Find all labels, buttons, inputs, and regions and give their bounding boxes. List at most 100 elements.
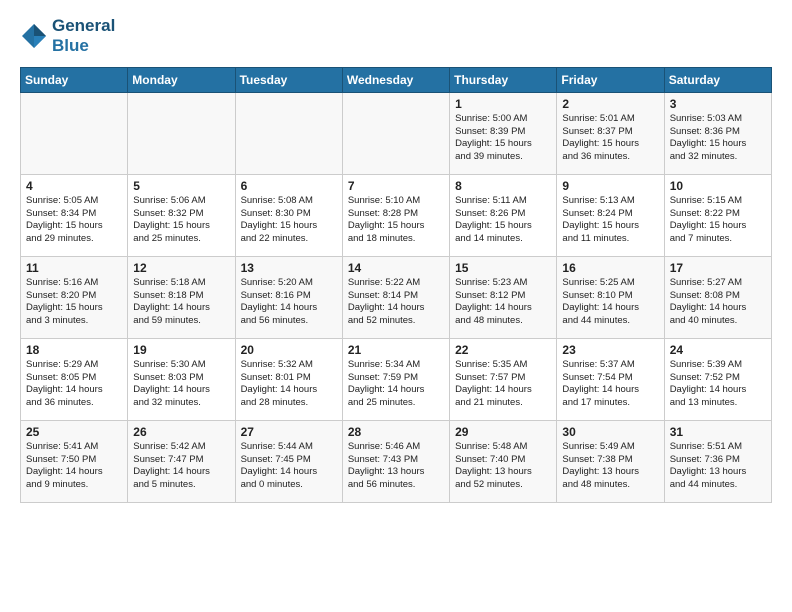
col-sunday: Sunday: [21, 67, 128, 92]
day-info: Sunrise: 5:37 AM Sunset: 7:54 PM Dayligh…: [562, 359, 658, 410]
day-info: Sunrise: 5:51 AM Sunset: 7:36 PM Dayligh…: [670, 441, 766, 492]
day-number: 10: [670, 179, 766, 193]
cell-w5-d3: 27 Sunrise: 5:44 AM Sunset: 7:45 PM Dayli…: [235, 420, 342, 502]
day-info: Sunrise: 5:16 AM Sunset: 8:20 PM Dayligh…: [26, 277, 122, 328]
cell-w5-d2: 26 Sunrise: 5:42 AM Sunset: 7:47 PM Dayli…: [128, 420, 235, 502]
day-number: 23: [562, 343, 658, 357]
day-number: 8: [455, 179, 551, 193]
cell-w1-d4: [342, 92, 449, 174]
cell-w4-d5: 22 Sunrise: 5:35 AM Sunset: 7:57 PM Dayli…: [450, 338, 557, 420]
col-friday: Friday: [557, 67, 664, 92]
cell-w4-d1: 18 Sunrise: 5:29 AM Sunset: 8:05 PM Dayli…: [21, 338, 128, 420]
day-info: Sunrise: 5:34 AM Sunset: 7:59 PM Dayligh…: [348, 359, 444, 410]
cell-w3-d5: 15 Sunrise: 5:23 AM Sunset: 8:12 PM Dayli…: [450, 256, 557, 338]
cell-w2-d3: 6 Sunrise: 5:08 AM Sunset: 8:30 PM Daylig…: [235, 174, 342, 256]
day-number: 12: [133, 261, 229, 275]
cell-w1-d3: [235, 92, 342, 174]
cell-w3-d2: 12Sunrise: 5:18 AM Sunset: 8:18 PM Dayli…: [128, 256, 235, 338]
cell-w4-d6: 23 Sunrise: 5:37 AM Sunset: 7:54 PM Dayli…: [557, 338, 664, 420]
cell-w4-d2: 19 Sunrise: 5:30 AM Sunset: 8:03 PM Dayli…: [128, 338, 235, 420]
cell-w2-d4: 7 Sunrise: 5:10 AM Sunset: 8:28 PM Daylig…: [342, 174, 449, 256]
cell-w2-d1: 4 Sunrise: 5:05 AM Sunset: 8:34 PM Daylig…: [21, 174, 128, 256]
day-info: Sunrise: 5:27 AM Sunset: 8:08 PM Dayligh…: [670, 277, 766, 328]
day-info: Sunrise: 5:00 AM Sunset: 8:39 PM Dayligh…: [455, 113, 551, 164]
cell-w5-d7: 31 Sunrise: 5:51 AM Sunset: 7:36 PM Dayli…: [664, 420, 771, 502]
day-info: Sunrise: 5:32 AM Sunset: 8:01 PM Dayligh…: [241, 359, 337, 410]
day-number: 3: [670, 97, 766, 111]
cell-w3-d1: 11 Sunrise: 5:16 AM Sunset: 8:20 PM Dayli…: [21, 256, 128, 338]
cell-w3-d3: 13 Sunrise: 5:20 AM Sunset: 8:16 PM Dayli…: [235, 256, 342, 338]
cell-w2-d2: 5 Sunrise: 5:06 AM Sunset: 8:32 PM Daylig…: [128, 174, 235, 256]
cell-w4-d7: 24 Sunrise: 5:39 AM Sunset: 7:52 PM Dayli…: [664, 338, 771, 420]
cell-w5-d6: 30 Sunrise: 5:49 AM Sunset: 7:38 PM Dayli…: [557, 420, 664, 502]
day-number: 25: [26, 425, 122, 439]
cell-w2-d7: 10 Sunrise: 5:15 AM Sunset: 8:22 PM Dayli…: [664, 174, 771, 256]
day-number: 16: [562, 261, 658, 275]
day-info: Sunrise: 5:30 AM Sunset: 8:03 PM Dayligh…: [133, 359, 229, 410]
day-number: 1: [455, 97, 551, 111]
day-number: 21: [348, 343, 444, 357]
day-number: 26: [133, 425, 229, 439]
cell-w1-d2: [128, 92, 235, 174]
cell-w1-d7: 3 Sunrise: 5:03 AM Sunset: 8:36 PM Daylig…: [664, 92, 771, 174]
day-info: Sunrise: 5:15 AM Sunset: 8:22 PM Dayligh…: [670, 195, 766, 246]
cell-w5-d5: 29Sunrise: 5:48 AM Sunset: 7:40 PM Dayli…: [450, 420, 557, 502]
day-number: 14: [348, 261, 444, 275]
cell-w5-d1: 25Sunrise: 5:41 AM Sunset: 7:50 PM Dayli…: [21, 420, 128, 502]
day-info: Sunrise: 5:08 AM Sunset: 8:30 PM Dayligh…: [241, 195, 337, 246]
day-info: Sunrise: 5:22 AM Sunset: 8:14 PM Dayligh…: [348, 277, 444, 328]
day-info: Sunrise: 5:03 AM Sunset: 8:36 PM Dayligh…: [670, 113, 766, 164]
day-number: 24: [670, 343, 766, 357]
header: General Blue: [20, 16, 772, 57]
day-number: 7: [348, 179, 444, 193]
day-info: Sunrise: 5:42 AM Sunset: 7:47 PM Dayligh…: [133, 441, 229, 492]
day-number: 30: [562, 425, 658, 439]
cell-w4-d3: 20 Sunrise: 5:32 AM Sunset: 8:01 PM Dayli…: [235, 338, 342, 420]
day-number: 17: [670, 261, 766, 275]
day-info: Sunrise: 5:25 AM Sunset: 8:10 PM Dayligh…: [562, 277, 658, 328]
day-number: 6: [241, 179, 337, 193]
day-number: 18: [26, 343, 122, 357]
header-row: SundayMondayTuesdayWednesdayThursdayFrid…: [21, 67, 772, 92]
day-number: 29: [455, 425, 551, 439]
day-number: 19: [133, 343, 229, 357]
cell-w1-d6: 2Sunrise: 5:01 AM Sunset: 8:37 PM Daylig…: [557, 92, 664, 174]
day-info: Sunrise: 5:35 AM Sunset: 7:57 PM Dayligh…: [455, 359, 551, 410]
cell-w3-d7: 17 Sunrise: 5:27 AM Sunset: 8:08 PM Dayli…: [664, 256, 771, 338]
day-info: Sunrise: 5:44 AM Sunset: 7:45 PM Dayligh…: [241, 441, 337, 492]
day-info: Sunrise: 5:23 AM Sunset: 8:12 PM Dayligh…: [455, 277, 551, 328]
day-info: Sunrise: 5:39 AM Sunset: 7:52 PM Dayligh…: [670, 359, 766, 410]
day-info: Sunrise: 5:29 AM Sunset: 8:05 PM Dayligh…: [26, 359, 122, 410]
day-info: Sunrise: 5:46 AM Sunset: 7:43 PM Dayligh…: [348, 441, 444, 492]
day-number: 15: [455, 261, 551, 275]
day-info: Sunrise: 5:20 AM Sunset: 8:16 PM Dayligh…: [241, 277, 337, 328]
day-info: Sunrise: 5:13 AM Sunset: 8:24 PM Dayligh…: [562, 195, 658, 246]
day-number: 5: [133, 179, 229, 193]
logo-icon: [20, 22, 48, 50]
week-row-5: 25Sunrise: 5:41 AM Sunset: 7:50 PM Dayli…: [21, 420, 772, 502]
day-number: 2: [562, 97, 658, 111]
cell-w2-d6: 9 Sunrise: 5:13 AM Sunset: 8:24 PM Daylig…: [557, 174, 664, 256]
col-thursday: Thursday: [450, 67, 557, 92]
day-number: 20: [241, 343, 337, 357]
day-number: 27: [241, 425, 337, 439]
day-number: 22: [455, 343, 551, 357]
day-info: Sunrise: 5:06 AM Sunset: 8:32 PM Dayligh…: [133, 195, 229, 246]
day-info: Sunrise: 5:49 AM Sunset: 7:38 PM Dayligh…: [562, 441, 658, 492]
cell-w3-d4: 14 Sunrise: 5:22 AM Sunset: 8:14 PM Dayli…: [342, 256, 449, 338]
day-info: Sunrise: 5:05 AM Sunset: 8:34 PM Dayligh…: [26, 195, 122, 246]
cell-w5-d4: 28Sunrise: 5:46 AM Sunset: 7:43 PM Dayli…: [342, 420, 449, 502]
cell-w1-d5: 1 Sunrise: 5:00 AM Sunset: 8:39 PM Daylig…: [450, 92, 557, 174]
col-tuesday: Tuesday: [235, 67, 342, 92]
day-number: 13: [241, 261, 337, 275]
day-number: 9: [562, 179, 658, 193]
cell-w2-d5: 8 Sunrise: 5:11 AM Sunset: 8:26 PM Daylig…: [450, 174, 557, 256]
day-info: Sunrise: 5:10 AM Sunset: 8:28 PM Dayligh…: [348, 195, 444, 246]
page: General Blue SundayMondayTuesdayWednesda…: [0, 0, 792, 612]
cell-w1-d1: [21, 92, 128, 174]
day-number: 31: [670, 425, 766, 439]
day-number: 11: [26, 261, 122, 275]
day-info: Sunrise: 5:11 AM Sunset: 8:26 PM Dayligh…: [455, 195, 551, 246]
day-number: 4: [26, 179, 122, 193]
col-wednesday: Wednesday: [342, 67, 449, 92]
